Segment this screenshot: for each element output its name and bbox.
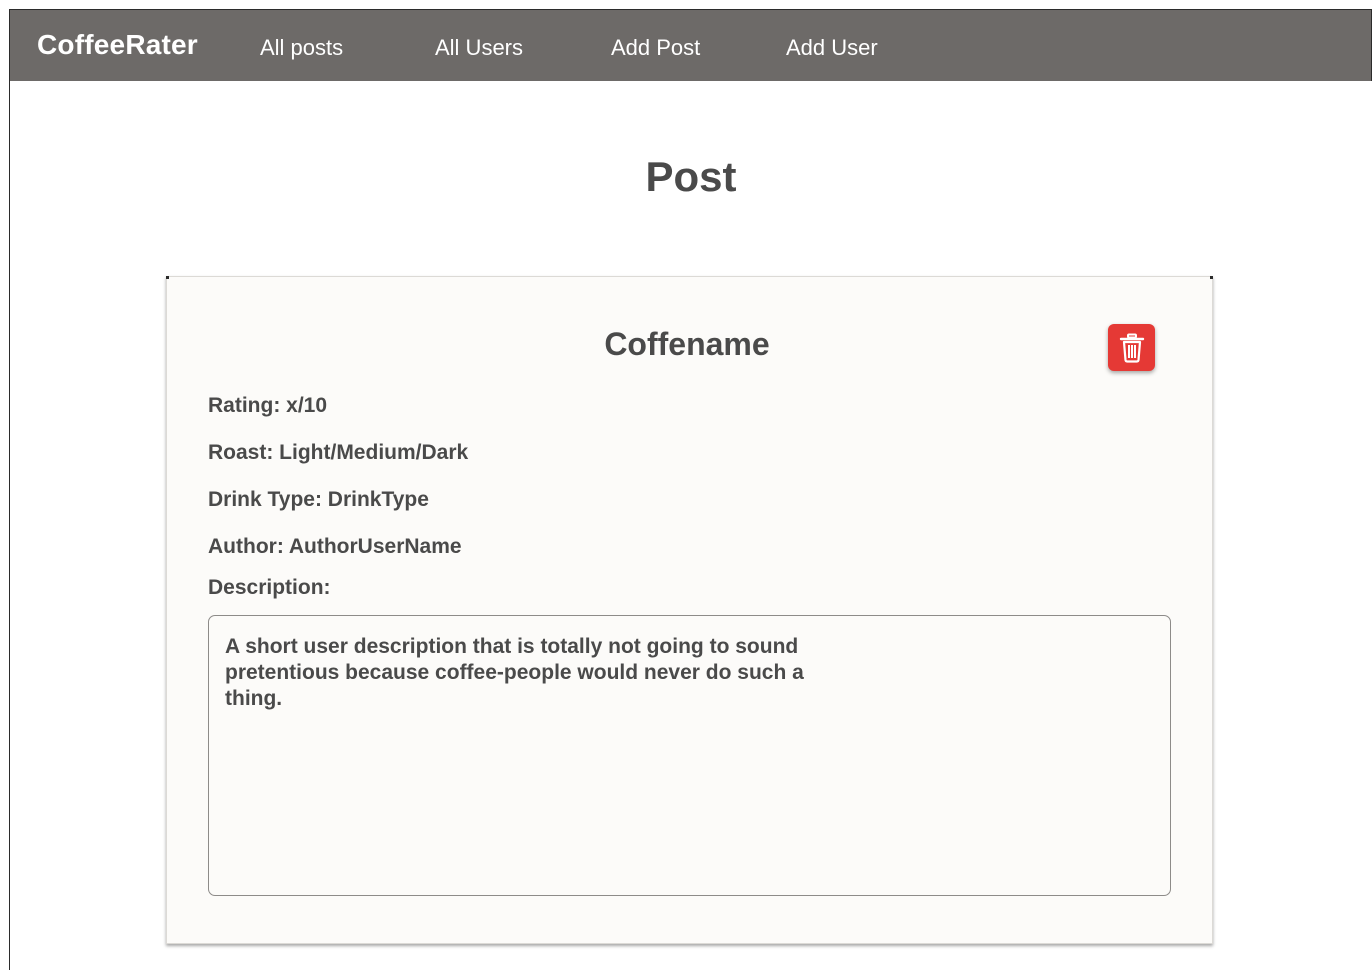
navbar: CoffeeRater All posts All Users Add Post… [10,10,1372,81]
brand-logo[interactable]: CoffeeRater [37,29,198,61]
post-card: Coffename Rating: x/10 Roast: Light/Medi… [166,276,1213,944]
description-box[interactable]: A short user description that is totally… [208,615,1171,896]
rating-field: Rating: x/10 [208,394,328,417]
nav-add-user[interactable]: Add User [786,35,878,61]
description-text: A short user description that is totally… [225,635,804,710]
author-field: Author: AuthorUserName [208,535,462,558]
roast-field: Roast: Light/Medium/Dark [208,441,469,464]
nav-add-post[interactable]: Add Post [611,35,700,61]
delete-post-button[interactable] [1108,324,1155,371]
coffee-name: Coffename [604,326,770,362]
app-window: CoffeeRater All posts All Users Add Post… [9,9,1372,970]
drink-type-field: Drink Type: DrinkType [208,488,429,511]
trash-icon [1119,333,1144,363]
description-label: Description: [208,576,331,599]
page-title: Post [645,153,737,200]
nav-all-users[interactable]: All Users [435,35,523,61]
nav-all-posts[interactable]: All posts [260,35,343,61]
